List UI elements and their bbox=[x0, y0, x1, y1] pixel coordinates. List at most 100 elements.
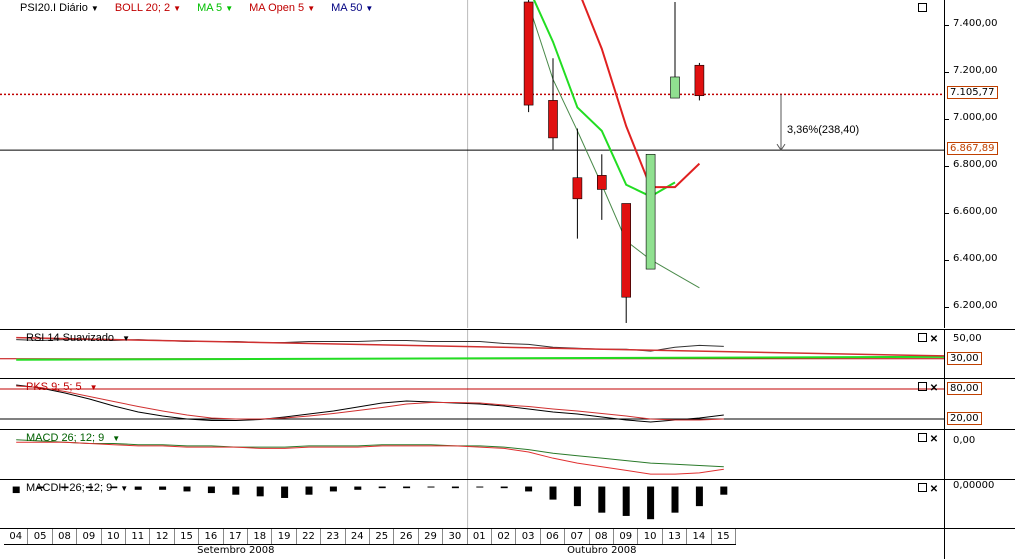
histogram-bar bbox=[671, 486, 679, 513]
legend-item-2[interactable]: MA 5 ▼ bbox=[197, 2, 241, 14]
pks-label: PKS 9; 5; 5 bbox=[26, 381, 82, 393]
x-tick-label: 09 bbox=[614, 529, 639, 544]
y-tick-label: 50,00 bbox=[953, 332, 982, 344]
rsi-level-red bbox=[16, 336, 944, 357]
x-tick-label: 23 bbox=[321, 529, 346, 544]
histogram-bar bbox=[573, 486, 581, 507]
macdh-axis[interactable]: 0,00000 bbox=[944, 479, 1015, 529]
y-tick-label: 7.400,00 bbox=[953, 18, 998, 30]
histogram-bar bbox=[598, 486, 606, 513]
y-tick-mark bbox=[945, 25, 949, 27]
histogram-bar bbox=[183, 486, 191, 492]
close-icon[interactable]: ✕ bbox=[930, 383, 938, 394]
change-annotation: 3,36%(238,40) bbox=[787, 124, 859, 136]
legend-item-1[interactable]: BOLL 20; 2 ▼ bbox=[115, 2, 189, 14]
histogram-bar bbox=[281, 486, 289, 498]
rsi-chart[interactable] bbox=[0, 330, 944, 378]
macd-axis[interactable]: 0,00 bbox=[944, 429, 1015, 479]
triangle-down-icon[interactable]: ▼ bbox=[307, 4, 315, 13]
triangle-down-icon[interactable]: ▼ bbox=[173, 4, 181, 13]
rsi-axis[interactable]: 50,00 30,00 bbox=[944, 329, 1015, 378]
y-tick-label: 6.200,00 bbox=[953, 299, 998, 311]
histogram-bar bbox=[647, 486, 655, 520]
close-icon[interactable]: ✕ bbox=[930, 434, 938, 445]
x-tick-label: 10 bbox=[102, 529, 126, 544]
menu-icon[interactable]: ▼ bbox=[91, 4, 99, 13]
close-icon[interactable]: ✕ bbox=[930, 484, 938, 495]
candle-body bbox=[645, 153, 656, 270]
price-chart[interactable]: 3,36%(238,40) bbox=[0, 0, 944, 328]
panel-controls: ✕ bbox=[918, 483, 938, 495]
histogram-bar bbox=[12, 486, 20, 494]
pks-chart[interactable] bbox=[0, 379, 944, 429]
triangle-down-icon[interactable]: ▼ bbox=[225, 4, 233, 13]
macd-signal-line bbox=[16, 441, 724, 475]
price-panel[interactable]: 3,36%(238,40) PSI20.I Diário ▼ BOLL 20; 2… bbox=[0, 0, 944, 328]
x-tick-label: 10 bbox=[638, 529, 663, 544]
dropdown-arrow-icon[interactable]: ▼ bbox=[122, 334, 130, 343]
x-tick-label: 12 bbox=[150, 529, 175, 544]
x-tick-label: 14 bbox=[687, 529, 712, 544]
panel-controls: ✕ bbox=[918, 433, 938, 445]
maximize-icon[interactable] bbox=[918, 483, 927, 492]
y-tick-label: 7.000,00 bbox=[953, 112, 998, 124]
y-tick-label: 0,00000 bbox=[953, 479, 995, 491]
candle-body bbox=[670, 76, 680, 99]
macd-legend: MACD 26; 12; 9 ▼ bbox=[26, 432, 128, 444]
x-tick-label: 17 bbox=[224, 529, 248, 544]
y-tick-mark bbox=[945, 119, 949, 121]
macdh-panel[interactable]: MACDH 26; 12; 9 ▼ ✕ bbox=[0, 479, 944, 529]
macd-panel[interactable]: MACD 26; 12; 9 ▼ ✕ bbox=[0, 429, 944, 479]
dropdown-arrow-icon[interactable]: ▼ bbox=[120, 484, 128, 493]
y-tick-label: 0,00 bbox=[953, 435, 976, 447]
dropdown-arrow-icon[interactable]: ▼ bbox=[112, 434, 120, 443]
maximize-icon[interactable] bbox=[918, 333, 927, 342]
chart-application: 3,36%(238,40) PSI20.I Diário ▼ BOLL 20; 2… bbox=[0, 0, 1015, 559]
rsi-legend: RSI 14 Suavizado ▼ bbox=[26, 332, 138, 344]
x-tick-label: 22 bbox=[297, 529, 322, 544]
x-tick-label: 26 bbox=[394, 529, 419, 544]
x-tick-label: 04 bbox=[4, 529, 29, 544]
x-tick-label: 29 bbox=[419, 529, 444, 544]
panel-controls: ✕ bbox=[918, 333, 938, 345]
histogram-bar bbox=[695, 486, 703, 507]
panel-controls: ✕ bbox=[918, 382, 938, 394]
histogram-bar bbox=[207, 486, 215, 494]
month-label: Setembro 2008 bbox=[4, 544, 468, 556]
macdh-label: MACDH 26; 12; 9 bbox=[26, 482, 113, 494]
histogram-bar bbox=[720, 486, 728, 495]
macdh-chart[interactable] bbox=[0, 480, 944, 529]
pks-panel[interactable]: PKS 9; 5; 5 ▼ ✕ bbox=[0, 378, 944, 429]
x-tick-label: 18 bbox=[248, 529, 273, 544]
y-tick-mark bbox=[945, 72, 949, 74]
candle-body bbox=[572, 177, 583, 200]
y-tick-label: 7.200,00 bbox=[953, 65, 998, 77]
pks-axis[interactable]: 80,00 20,00 bbox=[944, 378, 1015, 429]
date-axis[interactable]: 04 05 08 09 10 11 12 15 16 17 18 19 22 23 24 25 26 29 30 01… bbox=[0, 528, 944, 559]
close-icon[interactable]: ✕ bbox=[930, 334, 938, 345]
x-tick-label: 19 bbox=[272, 529, 297, 544]
x-tick-label: 30 bbox=[443, 529, 468, 544]
maximize-icon[interactable] bbox=[918, 433, 927, 442]
rsi-panel[interactable]: RSI 14 Suavizado ▼ ✕ bbox=[0, 329, 944, 378]
y-tick-mark bbox=[945, 259, 949, 261]
axis-corner bbox=[944, 528, 1015, 559]
price-legend: PSI20.I Diário ▼ BOLL 20; 2 ▼ MA 5 ▼ MA Ope… bbox=[20, 2, 389, 14]
price-axis[interactable]: 7.400,00 7.200,00 7.000,00 6.800,00 6.600,00… bbox=[944, 0, 1015, 328]
maximize-icon[interactable] bbox=[918, 382, 927, 391]
legend-item-4[interactable]: MA 50 ▼ bbox=[331, 2, 381, 14]
dropdown-arrow-icon[interactable]: ▼ bbox=[90, 383, 98, 392]
pks-legend: PKS 9; 5; 5 ▼ bbox=[26, 381, 106, 393]
histogram-bar bbox=[256, 486, 264, 497]
legend-item-0[interactable]: PSI20.I Diário ▼ bbox=[20, 2, 107, 14]
macd-label: MACD 26; 12; 9 bbox=[26, 432, 105, 444]
triangle-down-icon[interactable]: ▼ bbox=[365, 4, 373, 13]
maximize-button[interactable] bbox=[918, 3, 927, 15]
month-label: Outubro 2008 bbox=[467, 544, 736, 556]
histogram-bar bbox=[354, 486, 362, 490]
macd-chart[interactable] bbox=[0, 430, 944, 479]
histogram-bar bbox=[232, 486, 240, 495]
legend-item-3[interactable]: MA Open 5 ▼ bbox=[249, 2, 323, 14]
reference-price-badge: 6.867,89 bbox=[947, 142, 998, 156]
candle-body bbox=[523, 1, 534, 106]
